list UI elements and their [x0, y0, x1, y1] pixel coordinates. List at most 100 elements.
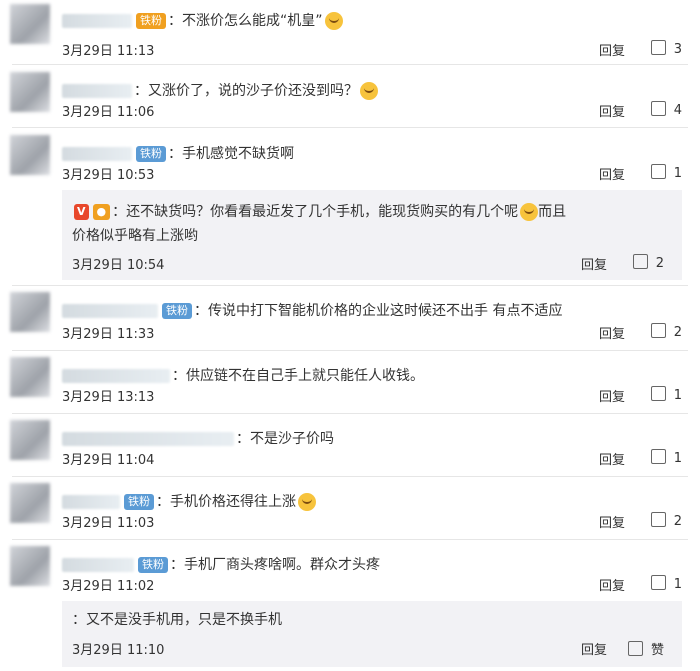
reply-button[interactable]: 回复 — [599, 40, 625, 59]
divider — [12, 413, 688, 414]
thumb-up-icon — [650, 164, 666, 179]
comment-text-line: 铁粉 ：手机厂商头疼啥啊。群众才头疼 — [62, 554, 680, 576]
comment-time: 3月29日 10:53 — [62, 168, 155, 183]
comment-text-line: 铁粉 ：不涨价怎么能成“机皇” — [62, 10, 680, 32]
comment-time: 3月29日 11:02 — [62, 579, 155, 594]
like-button[interactable]: 4 — [650, 101, 682, 118]
like-count: 2 — [673, 514, 682, 529]
thumb-up-icon — [650, 40, 666, 55]
reply-button[interactable]: 回复 — [599, 575, 625, 594]
avatar[interactable] — [10, 292, 50, 332]
laughing-emoji-icon — [520, 203, 539, 221]
avatar[interactable] — [10, 72, 50, 112]
nested-reply: V ● ：还不缺货吗？你看看最近发了几个手机，能现货购买的有几个呢 而且 价格似乎略有… — [62, 190, 682, 280]
avatar[interactable] — [10, 4, 50, 44]
like-button[interactable]: 2 — [632, 254, 664, 271]
reply-text-cont: 而且 — [538, 204, 567, 220]
like-count: 4 — [673, 103, 682, 118]
username[interactable] — [62, 558, 134, 572]
fan-badge: ● — [92, 204, 111, 220]
verified-v-badge: V — [74, 204, 89, 220]
like-count: 2 — [655, 256, 664, 271]
reply-button[interactable]: 回复 — [599, 386, 625, 405]
reply-button[interactable]: 回复 — [599, 101, 625, 120]
avatar[interactable] — [10, 135, 50, 175]
thumb-up-icon — [650, 449, 666, 464]
username[interactable] — [62, 432, 234, 446]
username[interactable] — [62, 14, 132, 28]
like-count: 1 — [673, 577, 682, 592]
reply-text-line2: 价格似乎略有上涨哟 — [72, 228, 198, 244]
like-button[interactable]: 1 — [650, 164, 682, 181]
reply-text-block: V ● ：还不缺货吗？你看看最近发了几个手机，能现货购买的有几个呢 而且 价格似乎略有… — [72, 200, 672, 248]
comment-time: 3月29日 11:03 — [62, 516, 155, 531]
divider — [12, 350, 688, 351]
like-label: 赞 — [650, 643, 664, 658]
username[interactable] — [62, 304, 158, 318]
like-button[interactable]: 1 — [650, 449, 682, 466]
reply-button[interactable]: 回复 — [599, 323, 625, 342]
thinking-emoji-icon — [360, 82, 378, 100]
divider — [12, 539, 688, 540]
comment-text-line: 铁粉 ：传说中打下智能机价格的企业这时候还不出手 有点不适应 — [62, 300, 680, 322]
reply-button[interactable]: 回复 — [581, 639, 607, 658]
comment-time: 3月29日 13:13 — [62, 390, 155, 405]
like-count: 1 — [673, 388, 682, 403]
reply-text: ：还不缺货吗？你看看最近发了几个手机，能现货购买的有几个呢 — [112, 204, 519, 220]
comment-text: ：又涨价了，说的沙子价还没到吗？ — [134, 83, 358, 99]
thumb-up-icon — [632, 254, 648, 269]
comment-time: 3月29日 11:33 — [62, 327, 155, 342]
username[interactable] — [62, 147, 132, 161]
divider — [12, 285, 688, 286]
comment-text: ：不是沙子价吗 — [236, 431, 334, 447]
comment-time: 3月29日 11:04 — [62, 453, 155, 468]
avatar[interactable] — [10, 546, 50, 586]
comment-time: 3月29日 11:13 — [62, 44, 155, 59]
comment-text: ：传说中打下智能机价格的企业这时候还不出手 有点不适应 — [194, 303, 563, 319]
avatar[interactable] — [10, 420, 50, 460]
like-button[interactable]: 3 — [650, 40, 682, 57]
thumb-up-icon — [650, 101, 666, 116]
reply-time: 3月29日 11:10 — [72, 643, 165, 658]
comment-text: ：手机厂商头疼啥啊。群众才头疼 — [170, 557, 380, 573]
thumb-up-icon — [650, 386, 666, 401]
username[interactable] — [62, 369, 170, 383]
fan-badge: 铁粉 — [124, 494, 154, 510]
dog-emoji-icon — [324, 12, 343, 30]
fan-badge: 铁粉 — [136, 13, 166, 29]
comment-text: ：手机价格还得往上涨 — [156, 494, 296, 510]
comment-text: ：不涨价怎么能成“机皇” — [168, 13, 323, 29]
avatar[interactable] — [10, 483, 50, 523]
reply-button[interactable]: 回复 — [581, 254, 607, 273]
like-button[interactable]: 1 — [650, 386, 682, 403]
like-count: 3 — [673, 42, 682, 57]
comment-text-line: 铁粉 ：手机价格还得往上涨 — [62, 491, 680, 513]
reply-text-block: ：又不是没手机用，只是不换手机 — [72, 609, 672, 631]
reply-text: ：又不是没手机用，只是不换手机 — [72, 612, 282, 628]
reply-button[interactable]: 回复 — [599, 512, 625, 531]
like-button[interactable]: 1 — [650, 575, 682, 592]
like-button[interactable]: 2 — [650, 512, 682, 529]
reply-button[interactable]: 回复 — [599, 164, 625, 183]
avatar[interactable] — [10, 357, 50, 397]
username[interactable] — [62, 495, 120, 509]
like-button[interactable]: 2 — [650, 323, 682, 340]
divider — [12, 64, 688, 65]
comment-text-line: 铁粉 ：手机感觉不缺货啊 — [62, 143, 680, 165]
thumb-up-icon — [650, 323, 666, 338]
comment-text-line: ：不是沙子价吗 — [62, 428, 680, 450]
reply-button[interactable]: 回复 — [599, 449, 625, 468]
nested-reply: ：又不是没手机用，只是不换手机 3月29日 11:10 回复 赞 — [62, 601, 682, 667]
reply-time: 3月29日 10:54 — [72, 258, 165, 273]
username[interactable] — [62, 84, 132, 98]
like-count: 1 — [673, 451, 682, 466]
divider — [12, 476, 688, 477]
comment-text: ：供应链不在自己手上就只能任人收钱。 — [172, 368, 424, 384]
like-count: 2 — [673, 325, 682, 340]
comment-text: ：手机感觉不缺货啊 — [168, 146, 294, 162]
fan-badge: 铁粉 — [138, 557, 168, 573]
fan-badge: 铁粉 — [162, 303, 192, 319]
like-button[interactable]: 赞 — [627, 639, 664, 658]
divider — [12, 127, 688, 128]
thumb-up-icon — [650, 512, 666, 527]
